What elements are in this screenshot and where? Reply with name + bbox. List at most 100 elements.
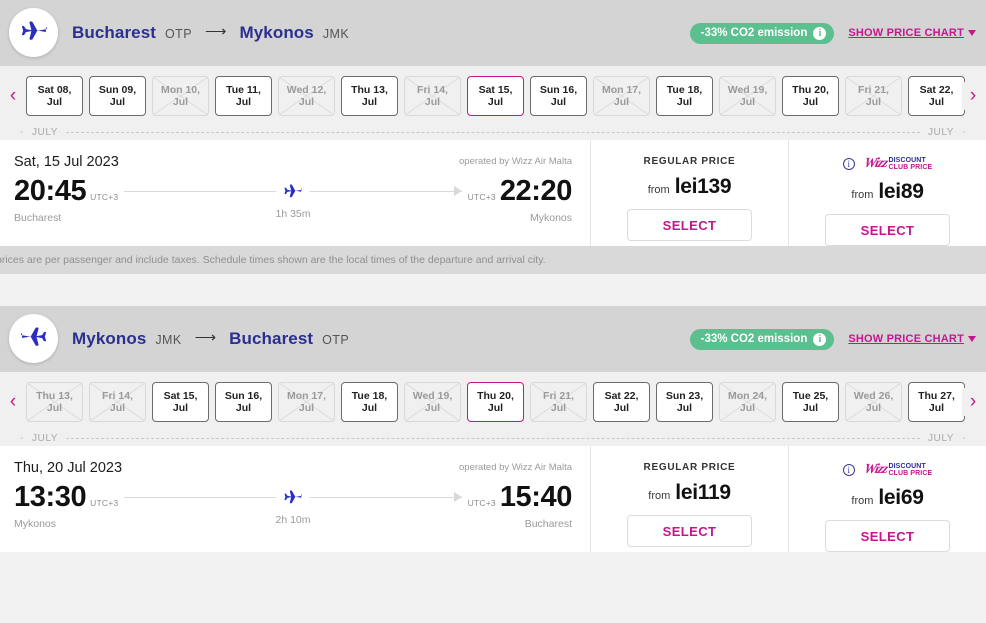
select-button-regular-return[interactable]: SELECT [627,515,752,547]
info-icon[interactable]: i [813,332,827,346]
info-icon[interactable]: i [842,158,855,170]
carousel-prev-button-outbound[interactable]: ‹ [2,82,24,110]
date-day: Sun 16, [539,83,578,96]
flight-duration: 2h 10m [275,514,311,526]
select-button-club-outbound[interactable]: SELECT [825,214,950,246]
info-icon[interactable]: i [813,26,827,40]
date-carousel-outbound: ‹ › Sat 08, Jul Sun 09, Jul Mon 10, Jul Tue 11, J… [0,66,986,140]
arrival-utc: UTC+3 [467,498,496,508]
journeys-container: Bucharest OTP ⟶ Mykonos JMK -33% CO2 emission… [0,0,986,552]
date-card-return-6: Wed 19, Jul [404,382,461,422]
header-actions-outbound: -33% CO2 emission i SHOW PRICE CHART [689,0,976,66]
discount-club-header: i Wizz DISCOUNT CLUB PRICE [842,462,933,478]
date-day: Tue 18, [666,83,703,96]
flight-row-outbound: Sat, 15 Jul 2023 operated by Wizz Air Mal… [0,140,986,246]
date-card-return-1: Fri 14, Jul [89,382,146,422]
date-card-outbound-7[interactable]: Sat 15, Jul [467,76,524,116]
date-card-return-7[interactable]: Thu 20, Jul [467,382,524,422]
date-rail-return: Thu 13, Jul Fri 14, Jul Sat 15, Jul Sun 16, Jul… [0,382,986,424]
month-dashed-line [66,438,920,439]
date-month: Jul [739,402,756,414]
date-card-return-0: Thu 13, Jul [26,382,83,422]
departure-utc: UTC+3 [90,498,119,508]
month-tick-left: - [20,433,24,444]
date-card-outbound-8[interactable]: Sun 16, Jul [530,76,587,116]
date-card-outbound-0[interactable]: Sat 08, Jul [26,76,83,116]
select-button-club-return[interactable]: SELECT [825,520,950,552]
date-card-return-12[interactable]: Tue 25, Jul [782,382,839,422]
path-arrowhead-icon [453,186,462,196]
show-price-chart-link-return[interactable]: SHOW PRICE CHART [848,333,976,345]
fare-column-club-outbound: i Wizz DISCOUNT CLUB PRICE from lei89 SELECT [788,140,986,246]
date-card-outbound-10[interactable]: Tue 18, Jul [656,76,713,116]
wizz-discount-club-logo: Wizz DISCOUNT CLUB PRICE [862,156,933,172]
departure-time: 20:45 [14,175,87,207]
date-card-outbound-1[interactable]: Sun 09, Jul [89,76,146,116]
date-card-outbound-12[interactable]: Thu 20, Jul [782,76,839,116]
price-line: from lei139 [648,175,732,199]
date-month: Jul [676,96,693,108]
date-day: Mon 17, [601,83,642,96]
carousel-prev-button-return[interactable]: ‹ [2,388,24,416]
date-month: Jul [235,96,252,108]
arrival-time: 22:20 [499,175,573,207]
date-card-outbound-5[interactable]: Thu 13, Jul [341,76,398,116]
club-line-1: DISCOUNT [888,156,926,164]
date-card-outbound-9: Mon 17, Jul [593,76,650,116]
date-month: Jul [487,402,504,414]
origin-city: Bucharest [72,23,157,42]
month-tick-right: - [962,433,966,444]
wizz-wordmark: Wizz [862,156,889,171]
date-day: Tue 18, [351,389,388,402]
date-card-return-13: Wed 26, Jul [845,382,902,422]
price-amount: lei69 [878,486,924,509]
airplane-glyph [284,184,303,198]
header-actions-return: -33% CO2 emission i SHOW PRICE CHART [689,306,976,372]
destination-code: OTP [322,333,350,347]
date-card-outbound-14[interactable]: Sat 22, Jul [908,76,965,116]
airplane-icon-path [276,182,310,203]
date-month: Jul [361,402,378,414]
info-icon[interactable]: i [842,464,855,476]
date-month: Jul [865,402,882,414]
club-line-1: DISCOUNT [888,462,926,470]
co2-label: -33% CO2 emission [700,333,808,345]
date-card-return-2[interactable]: Sat 15, Jul [152,382,209,422]
destination-code: JMK [322,27,350,41]
airplane-glyph [284,490,303,504]
date-card-return-3[interactable]: Sun 16, Jul [215,382,272,422]
date-month: Jul [424,402,441,414]
departure-time: 13:30 [14,481,87,513]
carousel-next-button-return[interactable]: › [962,388,984,416]
price-from-label: from [648,490,671,502]
date-card-outbound-4: Wed 12, Jul [278,76,335,116]
date-day: Thu 13, [36,389,73,402]
date-day: Sun 09, [98,83,137,96]
flight-duration: 1h 35m [275,208,311,220]
disclaimer-text: prices are per passenger and include tax… [0,254,546,266]
origin-code: JMK [155,333,182,347]
departure-endpoint: 13:30 UTC+3 Mykonos [14,482,118,530]
discount-club-tag: DISCOUNT CLUB PRICE [888,463,932,478]
date-card-outbound-3[interactable]: Tue 11, Jul [215,76,272,116]
origin-code: OTP [165,27,192,41]
price-disclaimer: prices are per passenger and include tax… [0,246,986,274]
route-summary-outbound: Bucharest OTP ⟶ Mykonos JMK [72,23,349,43]
date-month: Jul [172,402,189,414]
date-month: Jul [550,402,567,414]
date-day: Sat 15, [163,389,198,402]
date-card-return-14[interactable]: Thu 27, Jul [908,382,965,422]
route-summary-return: Mykonos JMK ⟶ Bucharest OTP [72,329,349,349]
date-card-return-5[interactable]: Tue 18, Jul [341,382,398,422]
carousel-next-button-outbound[interactable]: › [962,82,984,110]
date-card-return-10[interactable]: Sun 23, Jul [656,382,713,422]
show-price-chart-label: SHOW PRICE CHART [848,333,964,345]
wizz-wordmark: Wizz [862,462,889,477]
date-month: Jul [802,96,819,108]
show-price-chart-link-outbound[interactable]: SHOW PRICE CHART [848,27,976,39]
co2-emission-badge-outbound[interactable]: -33% CO2 emission i [689,22,835,44]
date-card-return-9[interactable]: Sat 22, Jul [593,382,650,422]
select-button-regular-outbound[interactable]: SELECT [627,209,752,241]
date-month: Jul [487,96,504,108]
co2-emission-badge-return[interactable]: -33% CO2 emission i [689,328,835,350]
